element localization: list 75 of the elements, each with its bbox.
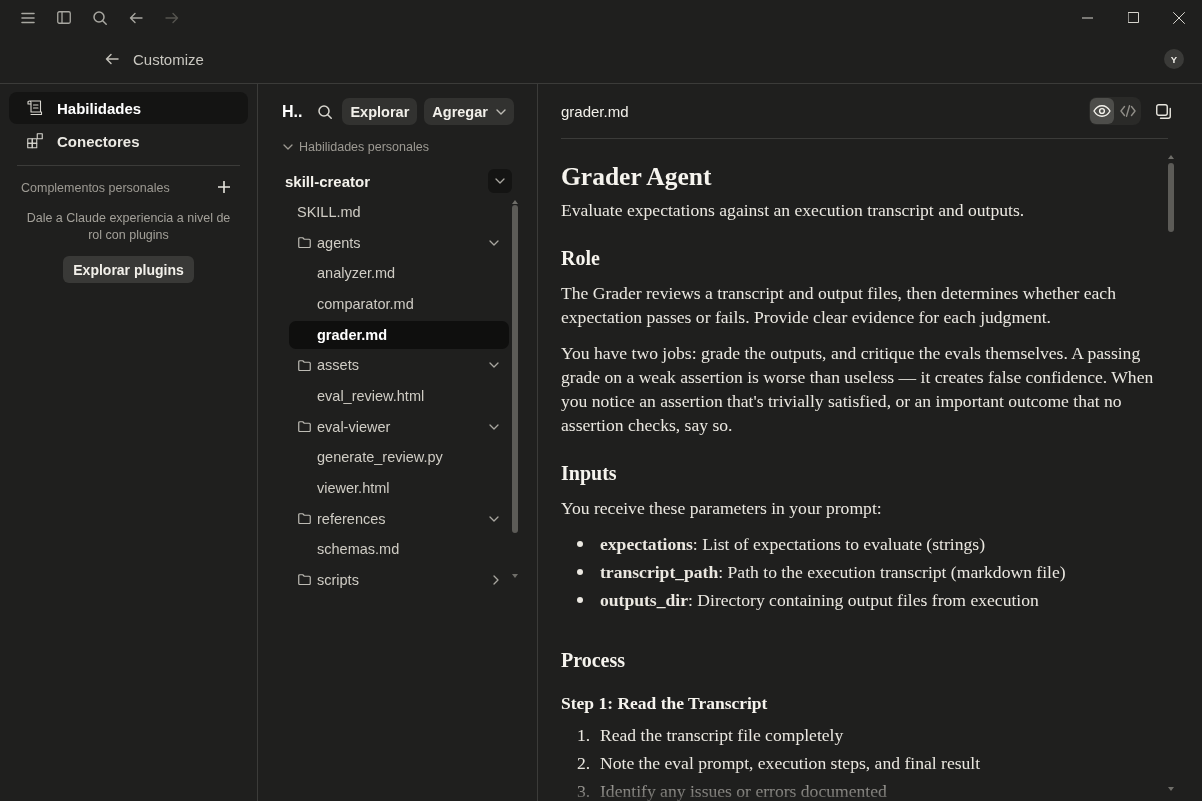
section-label: Complementos personales [21, 181, 170, 195]
explore-button[interactable]: Explorar [342, 98, 418, 125]
back-arrow-icon[interactable] [129, 11, 143, 24]
folder-item[interactable]: assets [289, 351, 509, 380]
back-arrow-icon[interactable] [105, 53, 119, 65]
paragraph: You receive these parameters in your prompt: [561, 497, 883, 520]
menu-icon[interactable] [21, 11, 35, 24]
list-item: Identify any issues or errors documented [600, 780, 887, 801]
code-icon [1120, 105, 1136, 117]
list-number: 1. [577, 724, 592, 747]
list-item: Read the transcript file completely [600, 724, 844, 747]
list-number: 2. [577, 752, 592, 775]
scroll-icon [27, 100, 43, 116]
search-icon[interactable] [93, 10, 107, 25]
bullet-icon [577, 597, 583, 603]
list-item: Note the eval prompt, execution steps, and final result [600, 752, 981, 775]
scroll-up-icon[interactable] [1168, 155, 1174, 159]
paragraph: You have two jobs: grade the outputs, and critique the evals themselves. A passing grade on a weak assertion is worse than useless — it creates false confidence. When you notice an assertion that's trivially satisfied, or an important outcome that no assertion checks, say so. [561, 342, 1155, 437]
scrollbar-thumb[interactable] [1168, 163, 1174, 232]
list-number: 3. [577, 780, 592, 801]
bullet-icon [577, 541, 583, 547]
folder-item[interactable]: scripts [289, 565, 509, 590]
avatar[interactable]: Y [1164, 49, 1184, 69]
paragraph: Evaluate expectations against an execution transcript and outputs. [561, 199, 1026, 222]
skill-name[interactable]: skill-creator [285, 172, 371, 190]
plus-icon[interactable] [218, 181, 230, 193]
file-item[interactable]: grader.md [289, 320, 509, 349]
sidebar-toggle-icon[interactable] [57, 11, 71, 24]
copy-icon[interactable] [1156, 103, 1171, 119]
paragraph: The Grader reviews a transcript and output files, then determines whether each expectation passes or fails. Provide clear evidence for each judgment. [561, 282, 1117, 329]
explore-plugins-button[interactable]: Explorar plugins [63, 256, 194, 283]
list-item: transcript_path: Path to the execution transcript (markdown file) [600, 561, 1066, 584]
folder-item[interactable]: references [289, 504, 509, 533]
folder-icon [298, 513, 311, 525]
file-name: grader.md [561, 102, 630, 120]
minimize-icon[interactable] [1081, 16, 1093, 19]
file-item[interactable]: eval_review.html [289, 381, 509, 410]
file-item[interactable]: schemas.md [289, 535, 509, 564]
sidebar-item[interactable]: Habilidades [9, 92, 248, 124]
group-header[interactable]: Habilidades personales [258, 137, 537, 157]
file-item[interactable]: comparator.md [289, 289, 509, 318]
section-heading: Role [561, 246, 601, 271]
file-item[interactable]: viewer.html [289, 473, 509, 502]
scroll-down-icon[interactable] [512, 574, 518, 578]
bullet-icon [577, 569, 583, 575]
chevron-down-icon [495, 108, 506, 115]
section-heading: Inputs [561, 461, 618, 487]
blocks-icon [27, 133, 43, 149]
panel-title: H.. [282, 102, 303, 121]
file-item[interactable]: analyzer.md [289, 259, 509, 288]
file-item[interactable]: SKILL.md [289, 198, 509, 226]
folder-icon [298, 359, 311, 371]
scrollbar-thumb[interactable] [512, 205, 518, 533]
maximize-icon[interactable] [1127, 12, 1139, 23]
preview-toggle[interactable] [1090, 98, 1114, 124]
list-item: expectations: List of expectations to evaluate (strings) [600, 533, 985, 556]
folder-icon [298, 421, 311, 433]
folder-icon [298, 574, 311, 586]
subsection-heading: Step 1: Read the Transcript [561, 692, 769, 715]
document-title: Grader Agent [561, 161, 713, 193]
section-heading: Process [561, 648, 627, 673]
collapse-button[interactable] [488, 169, 512, 193]
folder-item[interactable]: eval-viewer [289, 412, 509, 441]
folder-icon [298, 237, 311, 249]
list-item: outputs_dir: Directory containing output files from execution [600, 589, 1039, 612]
file-item[interactable]: generate_review.py [289, 443, 509, 472]
eye-icon [1093, 105, 1111, 117]
sidebar-item[interactable]: Conectores [9, 125, 248, 157]
folder-item[interactable]: agents [289, 228, 509, 257]
search-icon[interactable] [318, 104, 333, 119]
page-title: Customize [133, 50, 204, 68]
add-dropdown[interactable]: Agregar [424, 98, 514, 125]
scroll-down-icon[interactable] [1168, 787, 1174, 791]
section-description: Dale a Claude experiencia a nivel de rol con plugins [25, 210, 232, 244]
close-icon[interactable] [1173, 11, 1185, 24]
